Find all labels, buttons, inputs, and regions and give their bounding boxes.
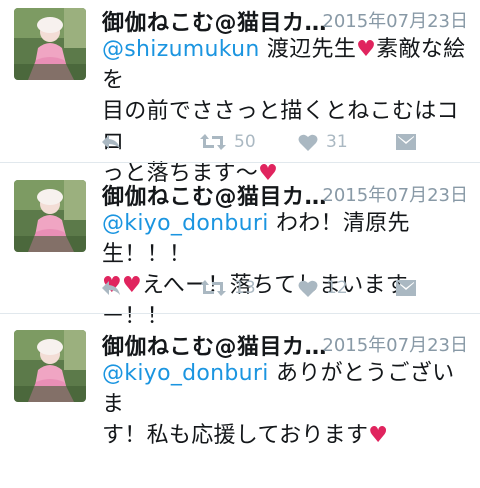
like-count: 12 [326,278,348,298]
text-segment: 渡辺先生 [259,37,357,62]
retweet-icon [200,280,226,296]
direct-message-button[interactable] [396,130,416,154]
divider [0,313,480,314]
retweet-icon [200,134,226,150]
heart-emoji: ♥ [368,423,389,448]
like-count: 31 [326,132,348,152]
timestamp[interactable]: 2015年07月23日 [322,7,468,33]
retweet-count: 50 [234,132,256,152]
timestamp[interactable]: 2015年07月23日 [322,331,468,357]
tweet-header: 御伽ねこむ@猫目カ… 2015年07月23日 [102,178,472,211]
divider [0,162,480,163]
heart-icon [298,280,318,297]
direct-message-button[interactable] [396,276,416,300]
retweet-button[interactable]: 50 [200,130,256,154]
author-name[interactable]: 御伽ねこむ@猫目カ… [102,179,327,211]
reply-icon [102,281,120,295]
text-segment: す！私も応援しております [102,423,369,448]
retweet-count: 13 [234,278,256,298]
tweet-2[interactable]: 御伽ねこむ@猫目カ… 2015年07月23日 @kiyo_donburi わわ！… [0,178,480,338]
tweet-1[interactable]: 御伽ねこむ@猫目カ… 2015年07月23日 @shizumukun 渡辺先生♥… [0,4,480,186]
like-button[interactable]: 31 [298,130,348,154]
author-name[interactable]: 御伽ねこむ@猫目カ… [102,5,327,37]
heart-emoji: ♥ [356,37,377,62]
tweet-text: @shizumukun 渡辺先生♥素敵な絵を 目の前でささっと描くとねこむはコロ… [102,34,472,189]
direct-message-icon [396,280,416,296]
tweet-header: 御伽ねこむ@猫目カ… 2015年07月23日 [102,4,472,37]
heart-icon [298,134,318,151]
mention-link[interactable]: @shizumukun [102,37,260,62]
tweet-3[interactable]: 御伽ねこむ@猫目カ… 2015年07月23日 @kiyo_donburi ありが… [0,328,480,488]
retweet-button[interactable]: 13 [200,276,256,300]
direct-message-icon [396,134,416,150]
reply-icon [102,135,120,149]
mention-link[interactable]: @kiyo_donburi [102,361,269,386]
mention-link[interactable]: @kiyo_donburi [102,211,269,236]
tweet-header: 御伽ねこむ@猫目カ… 2015年07月23日 [102,328,472,361]
avatar[interactable] [14,8,86,80]
reply-button[interactable] [100,130,122,154]
timestamp[interactable]: 2015年07月23日 [322,181,468,207]
tweet-actions: 13 12 [100,276,460,300]
avatar[interactable] [14,180,86,252]
author-name[interactable]: 御伽ねこむ@猫目カ… [102,329,327,361]
tweet-text: @kiyo_donburi ありがとうございま す！私も応援しております♥ [102,358,472,451]
like-button[interactable]: 12 [298,276,348,300]
reply-button[interactable] [100,276,122,300]
tweet-actions: 50 31 [100,130,460,154]
avatar[interactable] [14,330,86,402]
